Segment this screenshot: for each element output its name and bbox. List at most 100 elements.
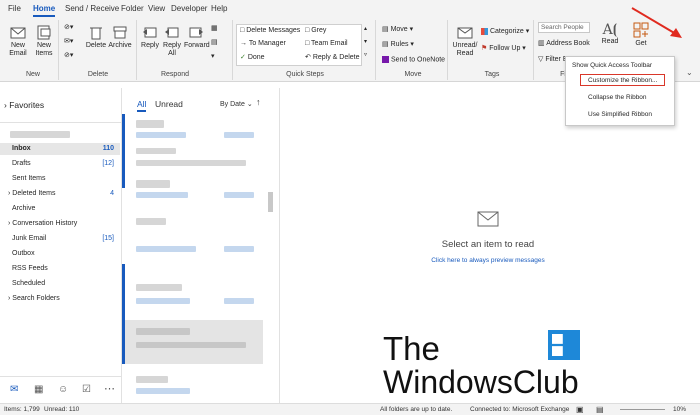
list-item[interactable] <box>136 120 164 128</box>
list-item[interactable] <box>136 148 176 154</box>
archive-button[interactable]: Archive <box>107 24 133 50</box>
address-book-button[interactable]: ▥ Address Book <box>538 39 590 47</box>
new-items-button[interactable]: New Items <box>32 24 56 58</box>
more-respond-icon[interactable]: ▾ <box>211 52 215 60</box>
tab-send-receive[interactable]: Send / Receive <box>65 4 119 13</box>
menu-use-simplified-ribbon[interactable]: Use Simplified Ribbon <box>588 111 652 118</box>
list-item[interactable] <box>224 246 254 252</box>
follow-up-button[interactable]: ⚑ Follow Up ▾ <box>481 44 526 52</box>
new-items-icon <box>37 25 51 40</box>
folder-drafts[interactable]: Drafts [12] <box>0 158 120 170</box>
list-item[interactable] <box>136 376 168 383</box>
quick-step-team-email[interactable]: □ Team Email <box>305 40 348 47</box>
windows-logo-icon <box>548 330 580 360</box>
quick-step-grey[interactable]: □ Grey <box>305 27 326 34</box>
mail-icon[interactable]: ✉ <box>10 384 18 395</box>
folder-label: Archive <box>12 205 36 212</box>
categorize-button[interactable]: Categorize ▾ <box>481 27 529 35</box>
folder-label: Search Folders <box>12 295 60 302</box>
reading-view-icon[interactable]: ▤ <box>596 405 604 414</box>
folder-conversation-history[interactable]: › Conversation History <box>0 218 120 230</box>
forward-button[interactable]: Forward <box>184 24 210 50</box>
list-item[interactable] <box>136 388 190 394</box>
people-icon[interactable]: ☺ <box>58 384 68 395</box>
folder-label: Sent Items <box>12 175 46 182</box>
list-item[interactable] <box>136 284 182 291</box>
rules-icon: ▤ <box>382 41 391 48</box>
tab-folder[interactable]: Folder <box>121 4 144 13</box>
calendar-icon[interactable]: ▦ <box>34 384 43 395</box>
filter-email-button[interactable]: ▽ Filter E <box>538 55 568 63</box>
watermark-line2: WindowsClub <box>383 364 579 400</box>
reply-all-icon <box>165 27 179 38</box>
sort-by-date-dropdown[interactable]: By Date ⌄ <box>220 100 253 108</box>
tasks-icon[interactable]: ☑ <box>82 384 91 395</box>
folder-search-folders[interactable]: › Search Folders <box>0 293 120 305</box>
meeting-icon[interactable]: ▦ <box>211 24 218 32</box>
tab-help[interactable]: Help <box>211 4 227 13</box>
preview-messages-link[interactable]: Click here to always preview messages <box>400 257 576 264</box>
read-aloud-button[interactable]: A⦗ Read <box>599 22 621 46</box>
sort-direction-arrow-icon[interactable]: ↑ <box>256 97 261 107</box>
folder-outbox[interactable]: Outbox <box>0 248 120 260</box>
junk-icon[interactable]: ⊘▾ <box>64 51 73 59</box>
folder-inbox[interactable]: Inbox 110 <box>0 143 120 155</box>
folder-junk-email[interactable]: Junk Email [15] <box>0 233 120 245</box>
ribbon-display-options-chevron-icon[interactable]: ⌄ <box>686 68 693 77</box>
tab-home[interactable]: Home <box>33 4 56 17</box>
tab-file[interactable]: File <box>8 4 21 13</box>
quick-step-reply-delete[interactable]: ↶ Reply & Delete <box>305 53 360 61</box>
unread-read-button[interactable]: Unread/ Read <box>451 24 479 58</box>
ignore-icon[interactable]: ⊘▾ <box>64 23 73 31</box>
send-to-onenote-button[interactable]: Send to OneNote <box>382 56 445 63</box>
filter-unread-tab[interactable]: Unread <box>155 99 183 109</box>
list-item[interactable] <box>136 160 246 166</box>
list-item[interactable] <box>136 192 188 198</box>
tab-developer[interactable]: Developer <box>171 4 207 13</box>
reply-all-button[interactable]: Reply All <box>162 24 182 58</box>
list-item[interactable] <box>136 246 196 252</box>
delete-button[interactable]: Delete <box>84 24 108 50</box>
tab-view[interactable]: View <box>148 4 165 13</box>
group-divider <box>447 20 448 80</box>
menu-show-quick-access-toolbar[interactable]: Show Quick Access Toolbar <box>572 62 652 69</box>
quick-steps-scroll-down[interactable]: ▾ <box>364 38 367 45</box>
list-item[interactable] <box>136 328 190 335</box>
list-item[interactable] <box>224 132 254 138</box>
menu-collapse-ribbon[interactable]: Collapse the Ribbon <box>588 94 647 101</box>
im-icon[interactable]: ▤ <box>211 38 218 46</box>
message-list-scrollbar[interactable] <box>268 192 273 212</box>
list-item[interactable] <box>136 180 170 188</box>
new-email-button[interactable]: New Email <box>5 24 31 58</box>
folder-deleted-items[interactable]: › Deleted Items 4 <box>0 188 120 200</box>
move-button[interactable]: ▤ Move ▾ <box>382 25 413 33</box>
cleanup-icon[interactable]: ✉▾ <box>64 37 73 45</box>
list-item[interactable] <box>136 218 166 225</box>
list-item[interactable] <box>224 192 254 198</box>
folder-archive[interactable]: Archive <box>0 203 120 215</box>
list-item[interactable] <box>136 298 190 304</box>
account-name-blurred[interactable] <box>10 131 70 138</box>
normal-view-icon[interactable]: ▣ <box>576 405 584 414</box>
folder-scheduled[interactable]: Scheduled <box>0 278 120 290</box>
rules-button[interactable]: ▤ Rules ▾ <box>382 40 414 48</box>
menu-customize-ribbon[interactable]: Customize the Ribbon... <box>588 77 657 84</box>
group-divider <box>533 20 534 80</box>
quick-step-to-manager[interactable]: → To Manager <box>240 40 286 47</box>
list-item[interactable] <box>136 132 186 138</box>
reply-button[interactable]: Reply <box>140 24 160 50</box>
favorites-header[interactable]: › Favorites <box>4 100 44 110</box>
quick-step-delete-messages[interactable]: □ Delete Messages <box>240 27 300 34</box>
filter-all-tab[interactable]: All <box>137 99 147 112</box>
search-people-input[interactable]: Search People <box>538 22 590 33</box>
quick-steps-scroll-up[interactable]: ▴ <box>364 25 367 32</box>
folder-rss-feeds[interactable]: RSS Feeds <box>0 263 120 275</box>
quick-step-done[interactable]: ✓ Done <box>240 53 265 61</box>
zoom-slider[interactable] <box>620 409 665 410</box>
more-apps-icon[interactable]: ⋯ <box>104 382 115 395</box>
folder-sent-items[interactable]: Sent Items <box>0 173 120 185</box>
quick-steps-expand[interactable]: ▿ <box>364 51 367 58</box>
forward-label: Forward <box>184 42 210 49</box>
list-item[interactable] <box>224 298 254 304</box>
list-item[interactable] <box>136 342 246 348</box>
